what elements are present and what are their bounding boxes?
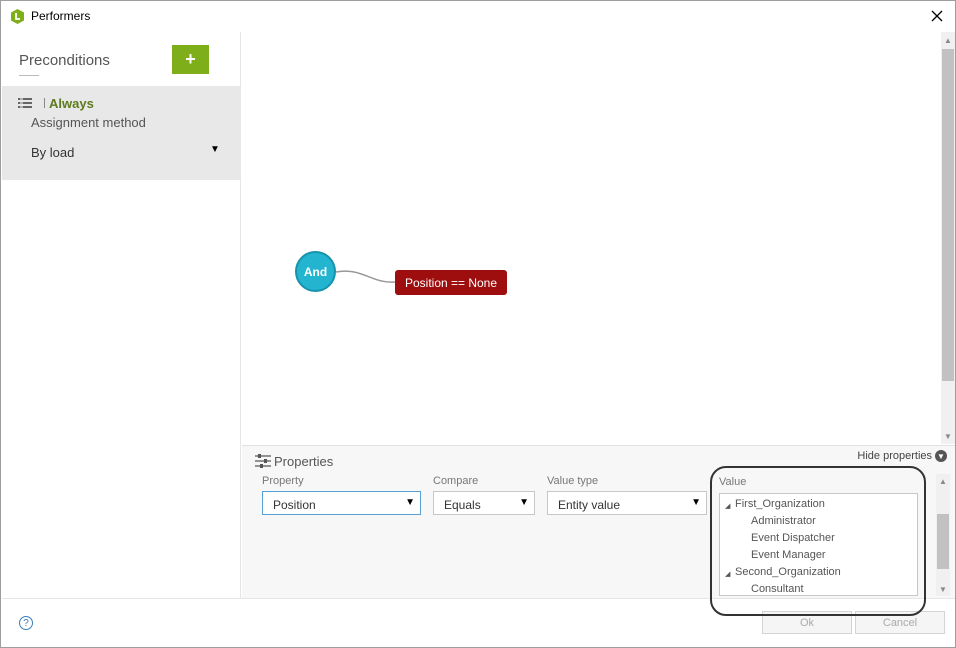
tree-node-event-manager[interactable]: Event Manager [751,549,826,561]
hide-properties-label: Hide properties [857,450,932,462]
dialog-footer: ? Ok Cancel [2,598,955,647]
value-type-select[interactable]: Entity value ▼ [547,491,707,515]
title-underline [19,75,39,76]
node-connector [335,270,396,283]
title-bar: Performers [1,1,955,32]
value-type-value: Entity value [558,498,621,512]
compare-value: Equals [444,498,481,512]
expanded-triangle-icon[interactable]: ◢ [725,570,730,578]
item-separator [44,98,45,108]
property-label: Property [262,475,304,487]
compare-label: Compare [433,475,479,487]
caret-down-icon: ▼ [405,497,415,508]
precondition-name: Always [49,96,94,111]
tree-node-administrator[interactable]: Administrator [751,515,816,527]
expanded-triangle-icon[interactable]: ◢ [725,502,730,510]
ok-button[interactable]: Ok [762,611,852,634]
scroll-down-icon[interactable]: ▼ [944,432,952,441]
chevron-down-icon: ▼ [935,450,947,462]
caret-down-icon: ▼ [519,497,529,508]
value-label: Value [719,476,747,488]
preconditions-panel: Preconditions + Always Assignment method… [2,32,241,598]
precondition-item-always[interactable]: Always Assignment method By load ▼ [2,86,241,180]
and-node[interactable]: And [295,251,336,292]
performers-dialog: Performers Preconditions + Always Assign… [0,0,956,648]
value-tree[interactable]: ◢ First_Organization Administrator Event… [719,493,918,596]
scroll-down-icon[interactable]: ▼ [939,585,947,594]
assignment-method-label: Assignment method [31,115,146,130]
help-icon[interactable]: ? [19,616,33,630]
tree-node-first-organization[interactable]: First_Organization [735,498,825,510]
tree-node-event-dispatcher[interactable]: Event Dispatcher [751,532,835,544]
canvas-scrollbar[interactable]: ▲ ▼ [941,32,955,444]
sliders-icon [255,454,271,468]
caret-down-icon: ▼ [691,497,701,508]
window-title: Performers [31,9,91,23]
properties-title: Properties [274,454,334,469]
property-select[interactable]: Position ▼ [262,491,421,515]
caret-down-icon[interactable]: ▼ [210,144,220,155]
cancel-button[interactable]: Cancel [855,611,945,634]
tree-node-second-organization[interactable]: Second_Organization [735,566,841,578]
close-icon [931,10,943,22]
add-precondition-button[interactable]: + [172,45,209,74]
scroll-up-icon[interactable]: ▲ [944,36,952,45]
preconditions-title: Preconditions [19,52,110,69]
properties-scrollbar[interactable]: ▲ ▼ [936,474,950,596]
properties-panel: Properties Hide properties ▼ Property Po… [242,445,955,598]
condition-node[interactable]: Position == None [395,270,507,295]
scrollbar-thumb[interactable] [942,49,954,381]
hide-properties-link[interactable]: Hide properties ▼ [857,450,947,462]
compare-select[interactable]: Equals ▼ [433,491,535,515]
leaf-logo-icon [11,9,24,24]
list-icon [18,98,32,108]
assignment-method-select[interactable]: By load [31,145,74,160]
tree-node-consultant[interactable]: Consultant [751,583,804,595]
scroll-up-icon[interactable]: ▲ [939,477,947,486]
condition-canvas[interactable]: And Position == None [242,32,940,444]
value-type-label: Value type [547,475,599,487]
property-value: Position [273,498,316,512]
scrollbar-thumb[interactable] [937,514,949,569]
close-button[interactable] [925,5,949,27]
